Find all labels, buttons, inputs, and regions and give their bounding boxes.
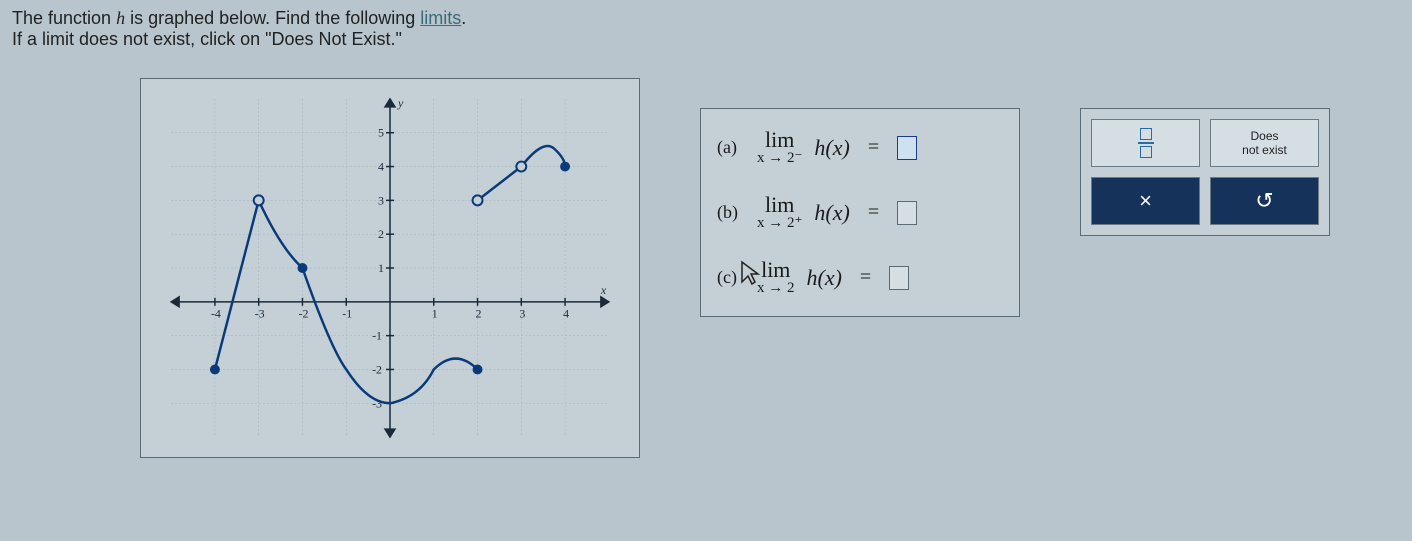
answer-input-a[interactable]	[897, 136, 917, 160]
svg-text:4: 4	[378, 160, 384, 174]
close-icon: ×	[1139, 188, 1152, 214]
undo-icon: ↺	[1255, 188, 1273, 214]
answer-row-a: (a) lim x → 2⁻ h(x) =	[717, 129, 1003, 166]
limit-a: lim x → 2⁻	[757, 129, 802, 166]
svg-text:2: 2	[476, 307, 482, 321]
clear-button[interactable]: ×	[1091, 177, 1200, 225]
svg-text:y: y	[397, 96, 404, 110]
svg-text:-1: -1	[342, 307, 352, 321]
limits-link[interactable]: limits	[420, 8, 461, 28]
does-not-exist-button[interactable]: Does not exist	[1210, 119, 1319, 167]
svg-text:1: 1	[378, 261, 384, 275]
answer-input-c[interactable]	[889, 266, 909, 290]
limit-c: lim x → 2	[757, 259, 795, 296]
func-c: h(x)	[807, 265, 842, 291]
instr-line2: If a limit does not exist, click on "Doe…	[12, 29, 402, 49]
graph-svg: -4-3-2-1 1234 54321 -1-2-3 yx	[141, 79, 639, 457]
answer-row-b: (b) lim x → 2⁺ h(x) =	[717, 194, 1003, 231]
svg-text:3: 3	[378, 193, 384, 207]
func-a: h(x)	[814, 135, 849, 161]
label-a: (a)	[717, 137, 745, 158]
fraction-icon	[1138, 128, 1154, 158]
eq-a: =	[868, 136, 879, 159]
svg-text:-2: -2	[372, 362, 382, 376]
instr-line1-mid: is graphed below. Find the following	[125, 8, 420, 28]
svg-text:-2: -2	[298, 307, 308, 321]
cursor-icon	[740, 260, 762, 292]
eq-b: =	[868, 201, 879, 224]
svg-text:5: 5	[378, 126, 384, 140]
svg-text:-4: -4	[211, 307, 221, 321]
fraction-button[interactable]	[1091, 119, 1200, 167]
instr-line1-prefix: The function	[12, 8, 116, 28]
svg-text:1: 1	[432, 307, 438, 321]
undo-button[interactable]: ↺	[1210, 177, 1319, 225]
svg-text:3: 3	[519, 307, 525, 321]
func-b: h(x)	[814, 200, 849, 226]
svg-text:2: 2	[378, 227, 384, 241]
dne-label: Does not exist	[1242, 129, 1287, 158]
svg-text:x: x	[600, 283, 607, 297]
answer-input-b[interactable]	[897, 201, 917, 225]
svg-text:4: 4	[563, 307, 569, 321]
svg-text:-1: -1	[372, 329, 382, 343]
eq-c: =	[860, 266, 871, 289]
instruction-text: The function h is graphed below. Find th…	[0, 0, 1412, 58]
limit-b: lim x → 2⁺	[757, 194, 802, 231]
instr-line1-suffix: .	[461, 8, 466, 28]
toolbox-panel: Does not exist × ↺	[1080, 108, 1330, 236]
svg-text:-3: -3	[255, 307, 265, 321]
function-symbol: h	[116, 8, 125, 28]
graph-panel: -4-3-2-1 1234 54321 -1-2-3 yx	[140, 78, 640, 458]
label-b: (b)	[717, 202, 745, 223]
